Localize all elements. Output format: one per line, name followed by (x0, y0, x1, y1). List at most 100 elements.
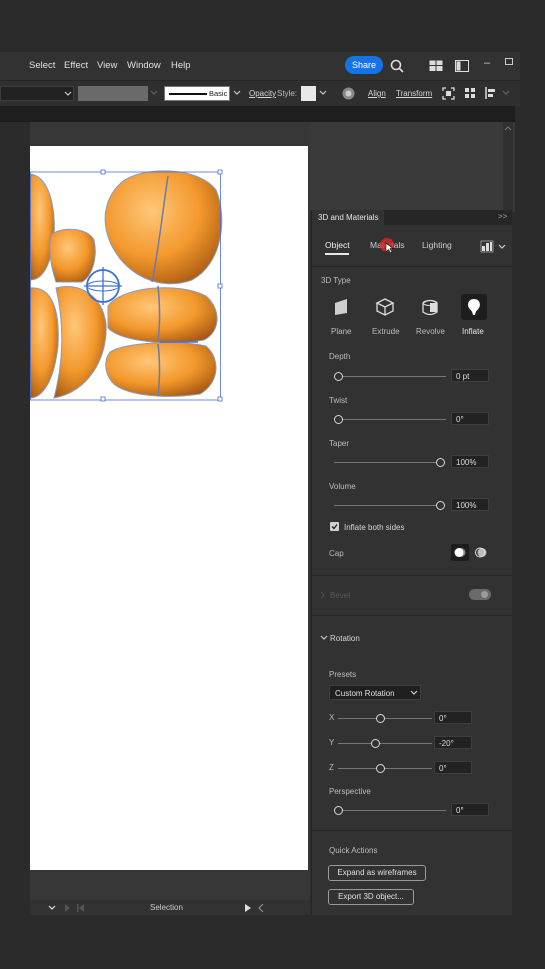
bevel-toggle[interactable] (469, 589, 491, 600)
chevron-down-icon[interactable] (319, 90, 327, 96)
perspective-field[interactable]: 0° (451, 803, 489, 816)
rotation-y-label: Y (329, 738, 335, 747)
menu-effect[interactable]: Effect (64, 60, 88, 71)
depth-slider-track[interactable] (338, 376, 446, 377)
tab-lighting[interactable]: Lighting (422, 240, 452, 250)
rotation-y-slider-thumb[interactable] (371, 739, 380, 748)
workspace-switcher-icon[interactable] (455, 60, 469, 72)
align-link[interactable]: Align (368, 89, 386, 98)
chevron-right-icon[interactable] (320, 591, 326, 599)
rotation-preset-value: Custom Rotation (335, 689, 395, 698)
rotation-x-slider-track[interactable] (338, 718, 432, 719)
revolve-icon[interactable] (420, 297, 440, 317)
divider (312, 615, 512, 616)
active-tab-underline (325, 253, 349, 255)
cursor-icon (385, 242, 394, 254)
chevron-down-icon[interactable] (150, 90, 158, 96)
share-button[interactable]: Share (345, 56, 383, 74)
cap-on-button[interactable] (451, 544, 469, 561)
play-icon[interactable] (244, 904, 252, 912)
rotation-y-field[interactable]: -20° (434, 736, 472, 749)
maximize-icon[interactable] (505, 58, 514, 66)
rotation-z-label: Z (329, 763, 334, 772)
inflate-type-selected[interactable] (461, 294, 487, 320)
rotation-preset-select[interactable]: Custom Rotation (329, 685, 421, 700)
perspective-slider-thumb[interactable] (334, 806, 343, 815)
volume-slider-thumb[interactable] (436, 501, 445, 510)
taper-field[interactable]: 100% (451, 455, 489, 468)
panel-tab[interactable]: 3D and Materials (312, 210, 384, 225)
taper-label: Taper (329, 439, 350, 448)
twist-field[interactable]: 0° (451, 412, 489, 425)
menu-window[interactable]: Window (127, 60, 161, 71)
extrude-label: Extrude (372, 327, 400, 336)
artboard[interactable] (30, 146, 308, 870)
minimize-icon[interactable]: – (484, 57, 490, 69)
cap-label: Cap (329, 549, 344, 558)
inflate-label: Inflate (462, 327, 484, 336)
search-icon[interactable] (390, 59, 404, 73)
stroke-profile-label: Basic (209, 89, 228, 98)
current-tool-label: Selection (150, 903, 183, 912)
stroke-profile-select[interactable]: Basic (164, 86, 230, 101)
stroke-line-preview (169, 93, 207, 95)
extrude-icon[interactable] (375, 297, 395, 317)
menu-view[interactable]: View (97, 60, 117, 71)
rotation-z-slider-thumb[interactable] (376, 764, 385, 773)
chevron-down-icon[interactable] (502, 90, 510, 96)
plane-icon[interactable] (332, 298, 350, 316)
tab-object[interactable]: Object (325, 240, 350, 250)
rotation-z-field[interactable]: 0° (434, 761, 472, 774)
divider (312, 266, 512, 267)
chevron-down-icon[interactable] (233, 90, 241, 96)
inflate-both-sides-checkbox[interactable] (330, 522, 339, 531)
render-settings-icon[interactable] (480, 240, 494, 253)
perspective-slider-track[interactable] (338, 810, 446, 811)
chevron-down-icon[interactable] (320, 635, 328, 641)
volume-field[interactable]: 100% (451, 498, 489, 511)
transform-link[interactable]: Transform (396, 89, 432, 98)
twist-slider-track[interactable] (338, 419, 446, 420)
taper-slider-track[interactable] (334, 462, 442, 463)
inflated-3d-artwork[interactable] (30, 146, 308, 416)
twist-label: Twist (329, 396, 348, 405)
menu-help[interactable]: Help (171, 60, 191, 71)
expand-as-wireframes-button[interactable]: Expand as wireframes (328, 865, 426, 881)
revolve-label: Revolve (416, 327, 445, 336)
taper-slider-thumb[interactable] (436, 458, 445, 467)
panel-title: 3D and Materials (318, 213, 379, 222)
divider (312, 830, 512, 831)
export-3d-object-button[interactable]: Export 3D object... (328, 889, 414, 905)
isolate-object-icon[interactable] (442, 87, 455, 100)
rotation-z-slider-track[interactable] (338, 768, 432, 769)
rotation-y-slider-track[interactable] (338, 743, 432, 744)
chevron-down-icon[interactable] (48, 905, 56, 911)
twist-slider-thumb[interactable] (334, 415, 343, 424)
artboard-nav-icon[interactable] (65, 904, 85, 912)
chevron-down-icon[interactable] (498, 244, 506, 250)
rotation-x-label: X (329, 713, 335, 722)
rotation-label: Rotation (330, 634, 360, 643)
volume-slider-track[interactable] (334, 505, 442, 506)
cap-off-button[interactable] (472, 544, 490, 561)
recolor-artwork-icon[interactable] (341, 86, 356, 101)
menu-select[interactable]: Select (29, 60, 55, 71)
canvas-scrollbar[interactable] (503, 122, 513, 212)
inflate-both-sides-label: Inflate both sides (344, 523, 405, 532)
grid-icon[interactable] (464, 87, 476, 99)
distribute-icon[interactable] (484, 86, 498, 100)
perspective-label: Perspective (329, 787, 371, 796)
depth-field[interactable]: 0 pt (451, 369, 489, 382)
inflate-icon (468, 299, 480, 315)
opacity-link[interactable]: Opacity (249, 89, 276, 98)
arrange-documents-icon[interactable] (429, 60, 443, 72)
stroke-weight-field[interactable] (78, 86, 148, 101)
chevron-left-icon[interactable] (258, 904, 264, 912)
rotation-x-field[interactable]: 0° (434, 711, 472, 724)
fill-dropdown[interactable] (0, 86, 74, 101)
3d-materials-panel: 3D and Materials >> Object Materials Lig… (311, 210, 512, 915)
collapse-panel-icon[interactable]: >> (498, 212, 507, 221)
graphic-style-swatch[interactable] (301, 86, 316, 101)
depth-slider-thumb[interactable] (334, 372, 343, 381)
rotation-x-slider-thumb[interactable] (376, 714, 385, 723)
